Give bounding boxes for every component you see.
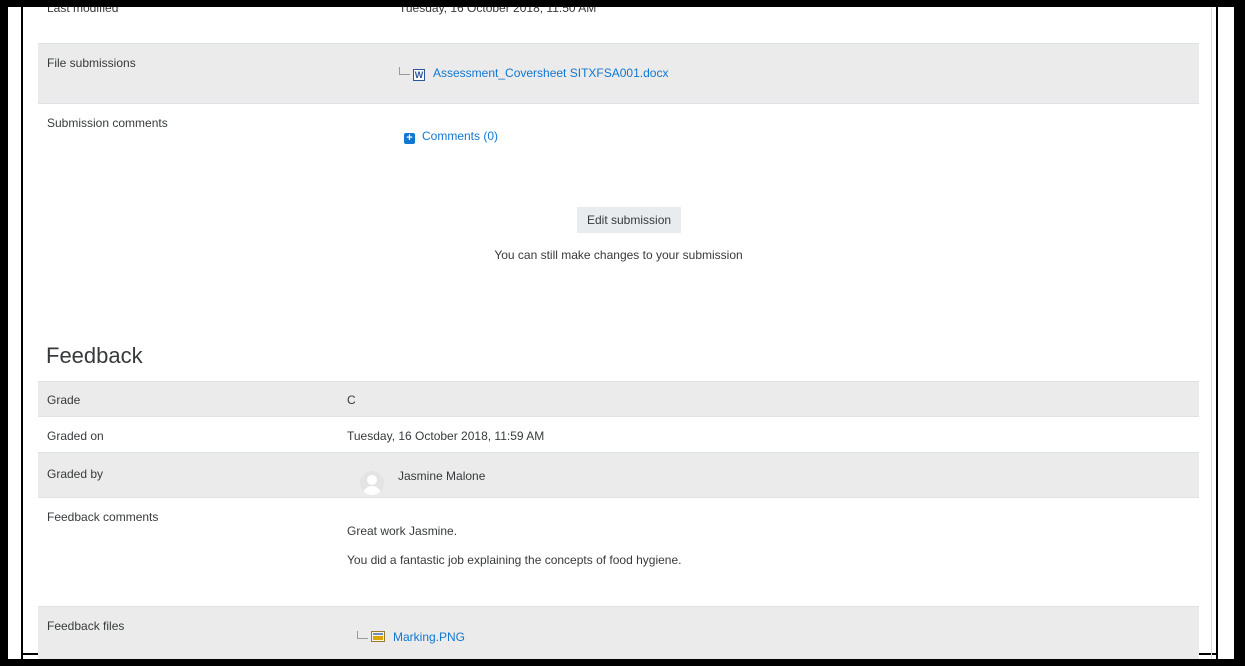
feedback-file-item: Marking.PNG [357, 630, 465, 644]
user-avatar [360, 471, 384, 495]
feedback-files-label: Feedback files [47, 619, 125, 633]
graded-on-label: Graded on [47, 429, 104, 443]
row-graded-by: Graded by Jasmine Malone [38, 452, 1199, 497]
edit-submission-button[interactable]: Edit submission [577, 207, 682, 233]
plus-square-icon: + [404, 133, 415, 144]
scrollbar-track[interactable] [1211, 7, 1212, 659]
grade-label: Grade [47, 393, 81, 407]
graded-by-label: Graded by [47, 467, 104, 481]
grade-value: C [347, 393, 356, 407]
frame-inner-right [1216, 7, 1218, 659]
comments-link[interactable]: Comments (0) [422, 129, 498, 143]
file-submissions-label: File submissions [47, 56, 136, 70]
last-modified-label: Last modified [47, 1, 119, 15]
screenshot-frame: Last modified Tuesday, 16 October 2018, … [0, 0, 1245, 666]
image-file-icon [371, 631, 385, 642]
frame-inner-left [21, 7, 23, 659]
row-grade: Grade C [38, 381, 1199, 416]
last-modified-value: Tuesday, 16 October 2018, 11:50 AM [399, 1, 597, 15]
row-feedback-comments: Feedback comments Great work Jasmine. Yo… [38, 497, 1199, 606]
row-graded-on: Graded on Tuesday, 16 October 2018, 11:5… [38, 416, 1199, 452]
feedback-file-link[interactable]: Marking.PNG [393, 630, 465, 644]
file-submission-item: W Assessment_Coversheet SITXFSA001.docx [399, 66, 668, 81]
row-feedback-files: Feedback files Marking.PNG [38, 606, 1199, 659]
submission-file-link[interactable]: Assessment_Coversheet SITXFSA001.docx [433, 66, 668, 80]
edit-submission-note: You can still make changes to your submi… [494, 248, 743, 262]
feedback-comment-line-2: You did a fantastic job explaining the c… [347, 553, 682, 567]
word-document-icon: W [413, 69, 425, 81]
graded-on-value: Tuesday, 16 October 2018, 11:59 AM [347, 429, 545, 443]
feedback-comments-label: Feedback comments [47, 510, 159, 524]
row-file-submissions: File submissions W Assessment_Coversheet … [38, 43, 1199, 103]
feedback-heading: Feedback [46, 343, 143, 368]
submission-comments-label: Submission comments [47, 116, 168, 130]
row-last-modified: Last modified Tuesday, 16 October 2018, … [38, 1, 1199, 43]
tree-connector-icon [357, 631, 368, 639]
comments-toggle[interactable]: + Comments (0) [404, 129, 498, 144]
grader-name: Jasmine Malone [398, 469, 486, 483]
feedback-comment-line-1: Great work Jasmine. [347, 524, 458, 538]
tree-connector-icon [399, 67, 410, 75]
